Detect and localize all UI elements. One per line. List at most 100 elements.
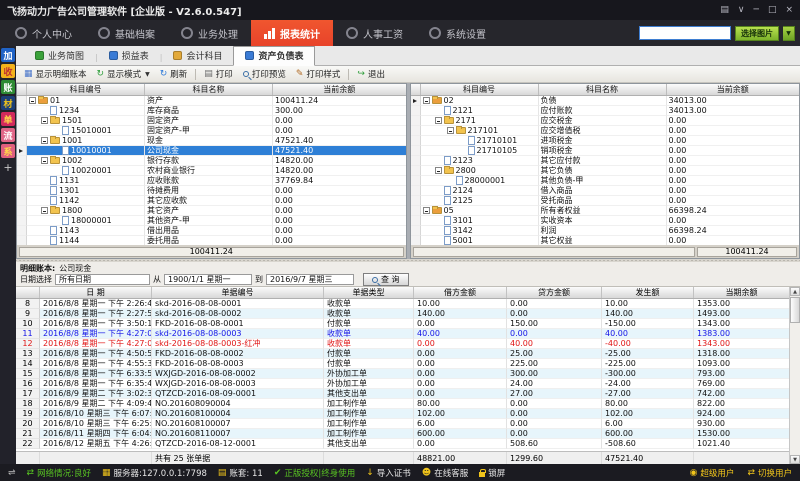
table-row[interactable]: 162016/8/8 星期一 下午 6:35:40WXJGD-2016-08-0… xyxy=(16,379,789,389)
table-row[interactable]: 82016/8/8 星期一 下午 2:26:47skd-2016-08-08-0… xyxy=(16,299,789,309)
collapse-box-icon[interactable] xyxy=(29,97,36,104)
tree-row[interactable]: 05所有者权益66398.24 xyxy=(411,206,800,216)
table-row[interactable]: 202016/8/10 星期三 下午 6:25:35NO.20160810000… xyxy=(16,419,789,429)
collapse-box-icon[interactable] xyxy=(423,207,430,214)
tab-profit-loss[interactable]: 损益表 xyxy=(98,47,160,65)
table-row[interactable]: 102016/8/8 星期一 下午 3:50:16FKD-2016-08-08-… xyxy=(16,319,789,329)
tree-row[interactable]: 1301待摊费用0.00 xyxy=(17,186,406,196)
table-row[interactable]: 172016/8/9 星期二 下午 3:02:33QTZCD-2016-08-0… xyxy=(16,389,789,399)
tree-row[interactable]: 1142其它应收款0.00 xyxy=(17,196,406,206)
account-set[interactable]: ▤账套: 11 xyxy=(218,467,263,479)
super-user[interactable]: ◉超级用户 xyxy=(690,467,735,479)
license-status[interactable]: ✔正版授权|终身使用 xyxy=(274,467,355,479)
tree-row[interactable]: 1001现金47521.40 xyxy=(17,136,406,146)
minimize-icon[interactable]: ─ xyxy=(754,5,759,15)
tree-row[interactable]: 2121应付账款34013.00 xyxy=(411,106,800,116)
collapse-box-icon[interactable] xyxy=(435,117,442,124)
tree-row[interactable]: 10020001农村商业银行14820.00 xyxy=(17,166,406,176)
table-row[interactable]: 192016/8/10 星期三 下午 6:07:43NO.20160810000… xyxy=(16,409,789,419)
date-from-input[interactable]: 1900/1/1 星期一 xyxy=(164,274,252,285)
table-row[interactable]: 112016/8/8 星期一 下午 4:27:09skd-2016-08-08-… xyxy=(16,329,789,339)
tree-row[interactable]: 18000001其他资产-甲0.00 xyxy=(17,216,406,226)
date-mode-select[interactable]: 所有日期 xyxy=(55,274,150,285)
server-address[interactable]: ▦服务器:127.0.0.1:7798 xyxy=(102,467,207,479)
date-to-input[interactable]: 2016/9/7 星期三 xyxy=(266,274,354,285)
tree-row[interactable]: 2124借入商品0.00 xyxy=(411,186,800,196)
tab-business-overview[interactable]: 业务简图 xyxy=(24,47,95,65)
tree-row[interactable]: 217101应交增值税0.00 xyxy=(411,126,800,136)
toolbar-display-mode-button[interactable]: ↻显示模式▼ xyxy=(93,67,154,81)
scroll-thumb[interactable] xyxy=(790,297,800,323)
nav-item-workflow[interactable]: 业务处理 xyxy=(168,20,251,46)
toolbar-print-button[interactable]: ▤打印 xyxy=(200,67,237,81)
vertical-scrollbar[interactable]: ▲ ▼ xyxy=(789,287,800,464)
choose-image-button[interactable]: 选择图片 xyxy=(735,26,779,41)
search-button[interactable]: 查 询 xyxy=(363,273,409,286)
table-row[interactable]: 182016/8/9 星期二 下午 4:09:43NO.201608090004… xyxy=(16,399,789,409)
rail-plus[interactable]: + xyxy=(1,160,15,174)
tree-row[interactable]: 2125受托商品0.00 xyxy=(411,196,800,206)
tree-row[interactable]: 5001其它权益0.00 xyxy=(411,236,800,245)
rail-add[interactable]: 加 xyxy=(1,48,15,62)
tree-row[interactable]: 2800其它负债0.00 xyxy=(411,166,800,176)
tree-row[interactable]: 21710105销项税金0.00 xyxy=(411,146,800,156)
maximize-icon[interactable]: □ xyxy=(768,5,777,15)
table-row[interactable]: 222016/8/12 星期五 下午 4:26:48QTZCD-2016-08-… xyxy=(16,439,789,449)
table-row[interactable]: 132016/8/8 星期一 下午 4:50:55FKD-2016-08-08-… xyxy=(16,349,789,359)
toolbar-exit-button[interactable]: ↪退出 xyxy=(353,67,389,81)
tree-row[interactable]: 28000001其他负债-甲0.00 xyxy=(411,176,800,186)
tree-row[interactable]: 1234库存商品300.00 xyxy=(17,106,406,116)
tree-row[interactable]: 21710101进项税金0.00 xyxy=(411,136,800,146)
tree-row[interactable]: 3142利润66398.24 xyxy=(411,226,800,236)
collapse-box-icon[interactable] xyxy=(41,137,48,144)
table-row[interactable]: 152016/8/8 星期一 下午 6:33:59WXJGD-2016-08-0… xyxy=(16,369,789,379)
tree-row[interactable]: 01资产100411.24 xyxy=(17,96,406,106)
network-status[interactable]: ⇄网络情况:良好 xyxy=(27,467,91,479)
tab-balance-sheet[interactable]: 资产负债表 xyxy=(233,46,315,66)
pin-down-icon[interactable]: ∨ xyxy=(738,5,745,15)
toolbar-refresh-button[interactable]: ↻刷新 xyxy=(156,67,192,81)
scroll-down-arrow[interactable]: ▼ xyxy=(790,455,800,464)
nav-item-gear[interactable]: 系统设置 xyxy=(416,20,499,46)
rail-receive[interactable]: 收 xyxy=(1,64,15,78)
toolbar-show-detail-ledger-button[interactable]: ▦显示明细账本 xyxy=(20,67,91,81)
toolbar-print-style-button[interactable]: ✎打印样式 xyxy=(292,67,345,81)
tree-row[interactable]: 1144委托用品0.00 xyxy=(17,236,406,245)
tree-row[interactable]: 1800其它资产0.00 xyxy=(17,206,406,216)
nav-item-archive[interactable]: 基础档案 xyxy=(85,20,168,46)
rail-ledger[interactable]: 账 xyxy=(1,80,15,94)
tab-accounting-subjects[interactable]: 会计科目 xyxy=(162,47,233,65)
collapse-box-icon[interactable] xyxy=(41,207,48,214)
tree-row[interactable]: 10010001公司现金47521.40 xyxy=(17,146,406,156)
tree-row[interactable]: 15010001固定资产-甲0.00 xyxy=(17,126,406,136)
rail-material[interactable]: 材 xyxy=(1,96,15,110)
collapse-box-icon[interactable] xyxy=(447,127,454,134)
rail-doc[interactable]: 单 xyxy=(1,112,15,126)
rail-flow[interactable]: 流 xyxy=(1,128,15,142)
nav-item-people[interactable]: 人事工资 xyxy=(333,20,416,46)
tree-row[interactable]: 02负债34013.00 xyxy=(411,96,800,106)
toolbar-print-preview-button[interactable]: 打印预览 xyxy=(239,67,290,81)
table-row[interactable]: 122016/8/8 星期一 下午 4:27:09skd-2016-08-08-… xyxy=(16,339,789,349)
close-icon[interactable]: × xyxy=(785,5,793,15)
switch-user[interactable]: ⇄切换用户 xyxy=(747,467,792,479)
collapse-box-icon[interactable] xyxy=(41,157,48,164)
document-icon[interactable]: ▤ xyxy=(720,5,729,15)
image-picker-input[interactable] xyxy=(639,26,731,40)
nav-item-person[interactable]: 个人中心 xyxy=(2,20,85,46)
online-service[interactable]: ☻在线客服 xyxy=(422,467,468,479)
tree-row[interactable]: 1002银行存款14820.00 xyxy=(17,156,406,166)
nav-item-bar-chart[interactable]: 报表统计 xyxy=(251,20,333,46)
tree-row[interactable]: 1143借出用品0.00 xyxy=(17,226,406,236)
tree-row[interactable]: 2171应交税金0.00 xyxy=(411,116,800,126)
choose-image-dropdown[interactable]: ▼ xyxy=(783,26,795,41)
table-row[interactable]: 212016/8/11 星期四 下午 6:04:45NO.20160811000… xyxy=(16,429,789,439)
tree-row[interactable]: 2123其它应付款0.00 xyxy=(411,156,800,166)
lock-screen[interactable]: 锁屏 xyxy=(479,467,505,479)
collapse-box-icon[interactable] xyxy=(423,97,430,104)
import-certificate[interactable]: ↓导入证书 xyxy=(366,467,411,479)
collapse-box-icon[interactable] xyxy=(41,117,48,124)
table-row[interactable]: 92016/8/8 星期一 下午 2:27:51skd-2016-08-08-0… xyxy=(16,309,789,319)
collapse-box-icon[interactable] xyxy=(435,167,442,174)
tree-row[interactable]: 3101实收资本0.00 xyxy=(411,216,800,226)
